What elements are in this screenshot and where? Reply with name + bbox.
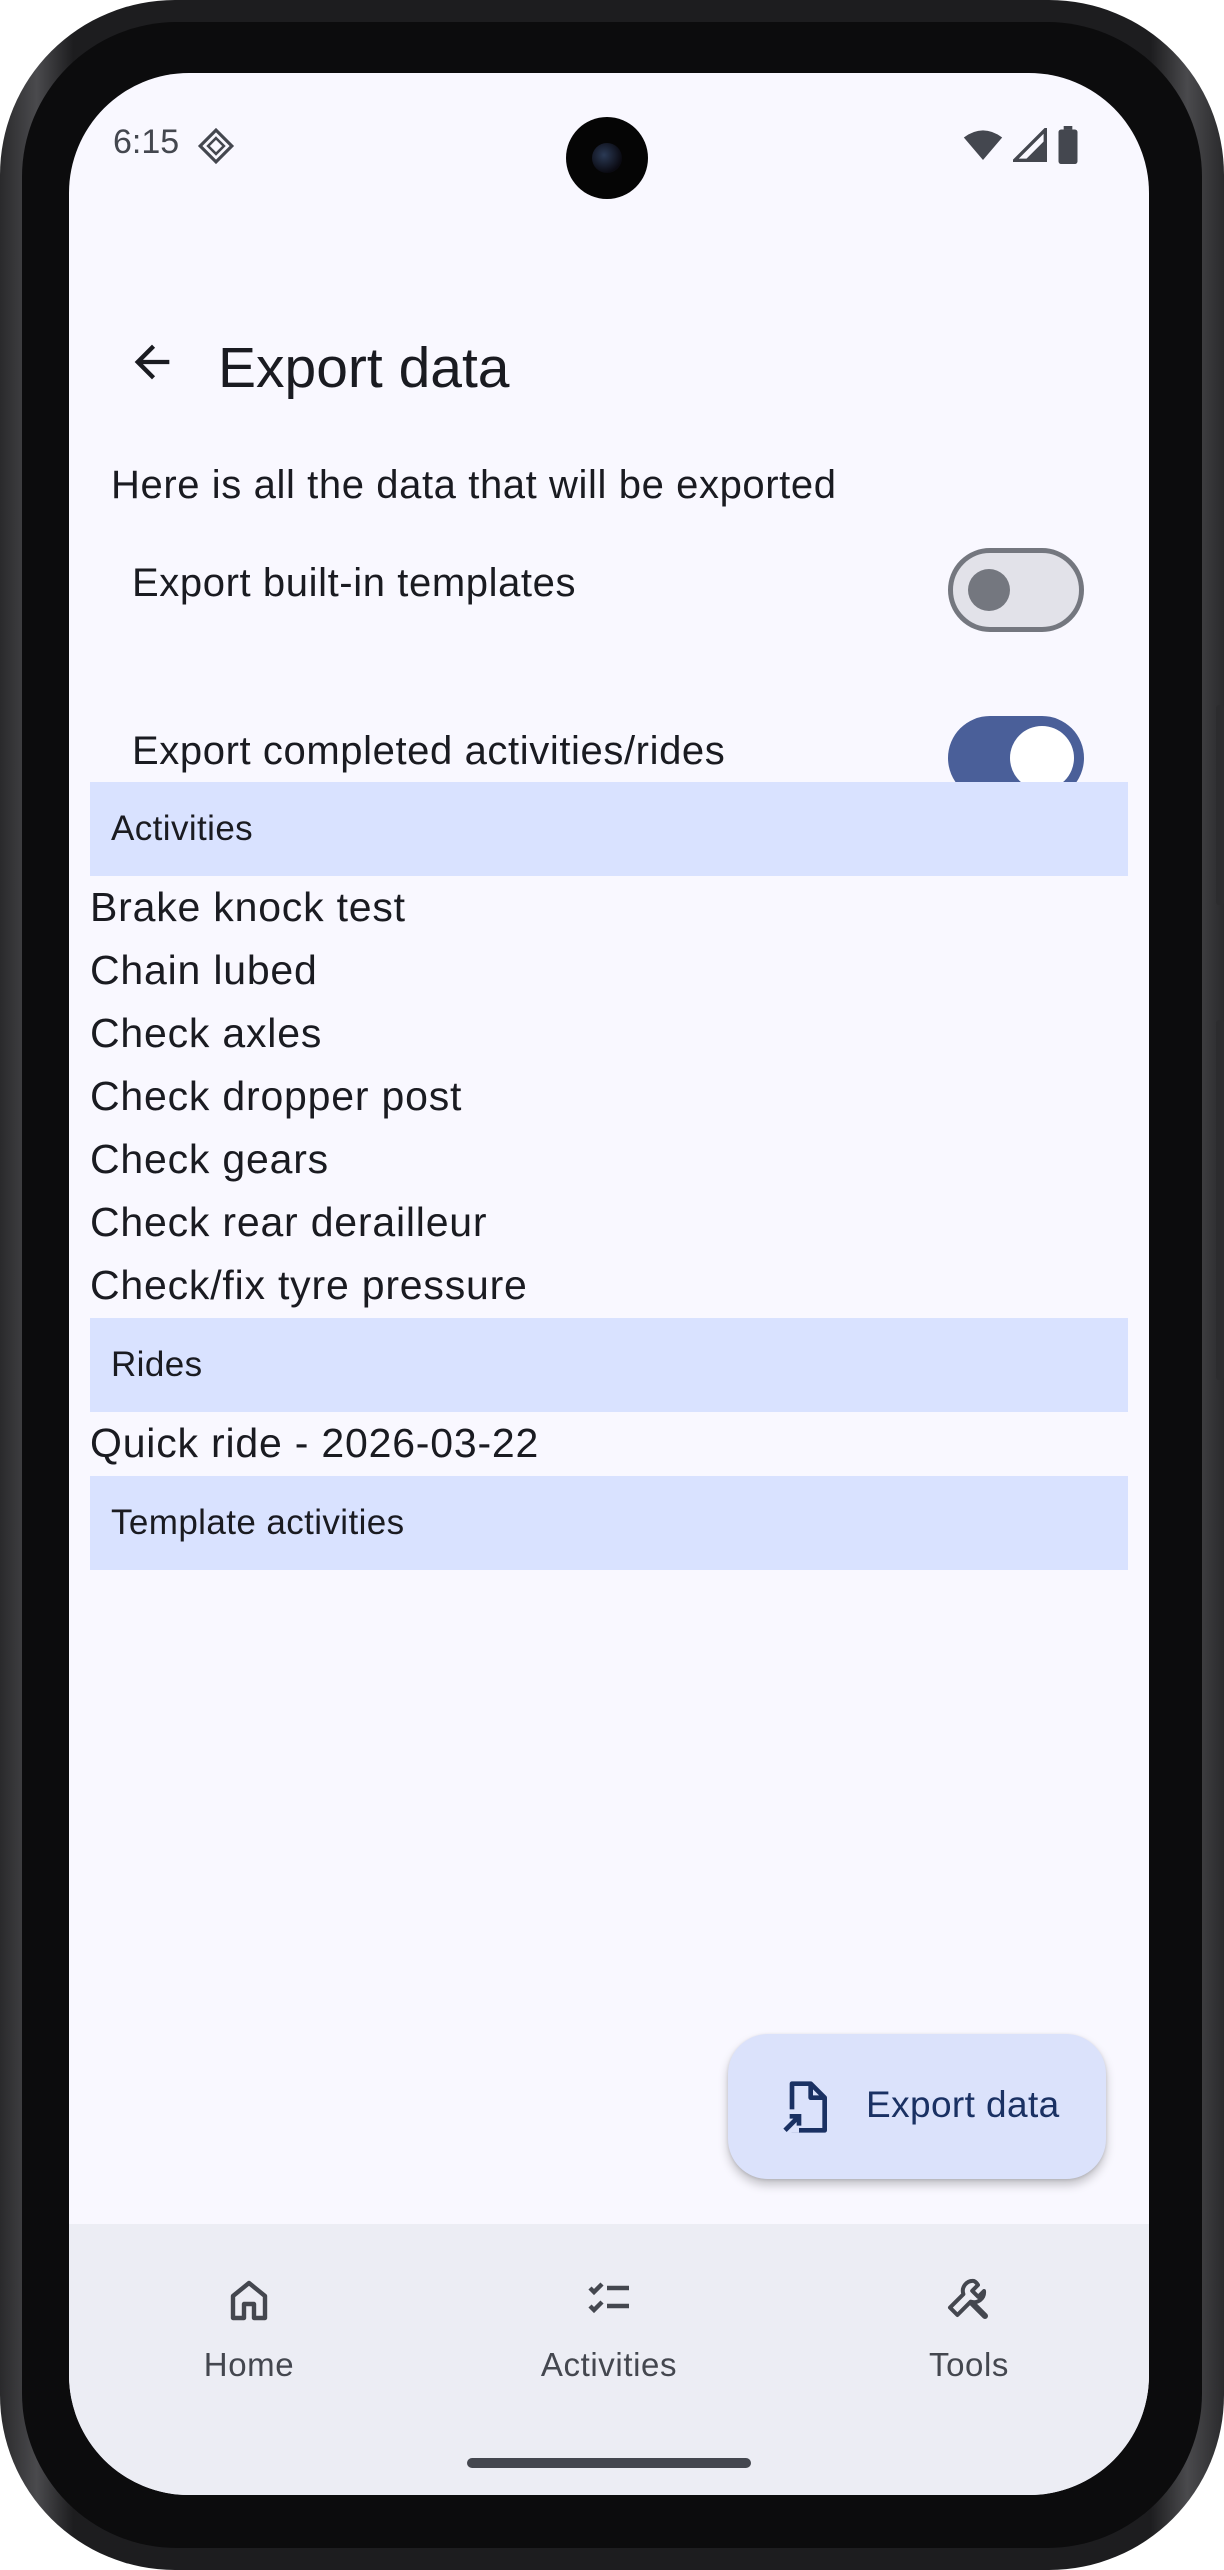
page-title: Export data bbox=[218, 336, 510, 400]
activity-item: Chain lubed bbox=[90, 947, 318, 993]
section-title-rides: Rides bbox=[111, 1345, 203, 1384]
checklist-icon bbox=[588, 2282, 629, 2314]
nav-label-tools: Tools bbox=[928, 2346, 1010, 2383]
section-title-template-activities: Template activities bbox=[111, 1503, 405, 1542]
front-camera bbox=[566, 117, 648, 199]
phone-frame: 6:15 Export data Here is all the data th… bbox=[0, 0, 1224, 2570]
nav-item-tools[interactable]: Tools bbox=[789, 2224, 1149, 2394]
activity-item: Check gears bbox=[90, 1136, 329, 1182]
bottom-navigation: Home Activities Tools bbox=[69, 2224, 1149, 2495]
section-title-activities: Activities bbox=[111, 809, 254, 848]
nav-item-activities[interactable]: Activities bbox=[429, 2224, 789, 2394]
gesture-home-indicator[interactable] bbox=[467, 2458, 751, 2468]
top-app-bar: Export data bbox=[69, 303, 1149, 423]
switch-thumb bbox=[968, 569, 1010, 611]
power-button bbox=[1216, 1020, 1224, 1380]
export-data-fab-label: Export data bbox=[866, 2084, 1060, 2125]
builtin-templates-switch[interactable] bbox=[948, 548, 1084, 632]
status-bar: 6:15 bbox=[69, 73, 1149, 213]
nav-label-activities: Activities bbox=[540, 2346, 678, 2383]
arrow-back-icon bbox=[134, 344, 170, 380]
activity-item: Brake knock test bbox=[90, 884, 406, 930]
home-icon bbox=[230, 2280, 268, 2321]
toggle-label-completed-activities: Export completed activities/rides bbox=[132, 729, 726, 773]
status-time: 6:15 bbox=[113, 123, 180, 161]
toggle-label-builtin-templates: Export built-in templates bbox=[132, 561, 577, 605]
activity-item: Check dropper post bbox=[90, 1073, 463, 1119]
export-data-fab[interactable]: Export data bbox=[728, 2034, 1106, 2179]
ride-item: Quick ride - 2026-03-22 bbox=[90, 1420, 540, 1466]
location-diamond-icon bbox=[197, 127, 235, 165]
status-icons bbox=[963, 125, 1079, 165]
toggle-row-builtin-templates[interactable]: Export built-in templates bbox=[69, 531, 1149, 641]
wifi-icon bbox=[963, 130, 1003, 160]
section-header-template-activities: Template activities bbox=[90, 1476, 1128, 1570]
back-button[interactable] bbox=[109, 319, 195, 405]
battery-icon bbox=[1058, 126, 1078, 164]
activity-item: Check rear derailleur bbox=[90, 1199, 488, 1245]
wrench-icon bbox=[948, 2278, 988, 2319]
app-screen: 6:15 Export data Here is all the data th… bbox=[69, 73, 1149, 2495]
section-header-activities: Activities bbox=[90, 782, 1128, 876]
intro-text: Here is all the data that will be export… bbox=[111, 463, 837, 507]
switch-thumb bbox=[1010, 726, 1074, 790]
nav-item-home[interactable]: Home bbox=[69, 2224, 429, 2394]
cellular-signal-icon bbox=[1013, 128, 1047, 162]
file-export-icon bbox=[782, 2081, 827, 2133]
activity-item: Check axles bbox=[90, 1010, 323, 1056]
activity-item: Check/fix tyre pressure bbox=[90, 1262, 528, 1308]
section-header-rides: Rides bbox=[90, 1318, 1128, 1412]
volume-button bbox=[1216, 705, 1224, 905]
nav-label-home: Home bbox=[203, 2346, 295, 2383]
